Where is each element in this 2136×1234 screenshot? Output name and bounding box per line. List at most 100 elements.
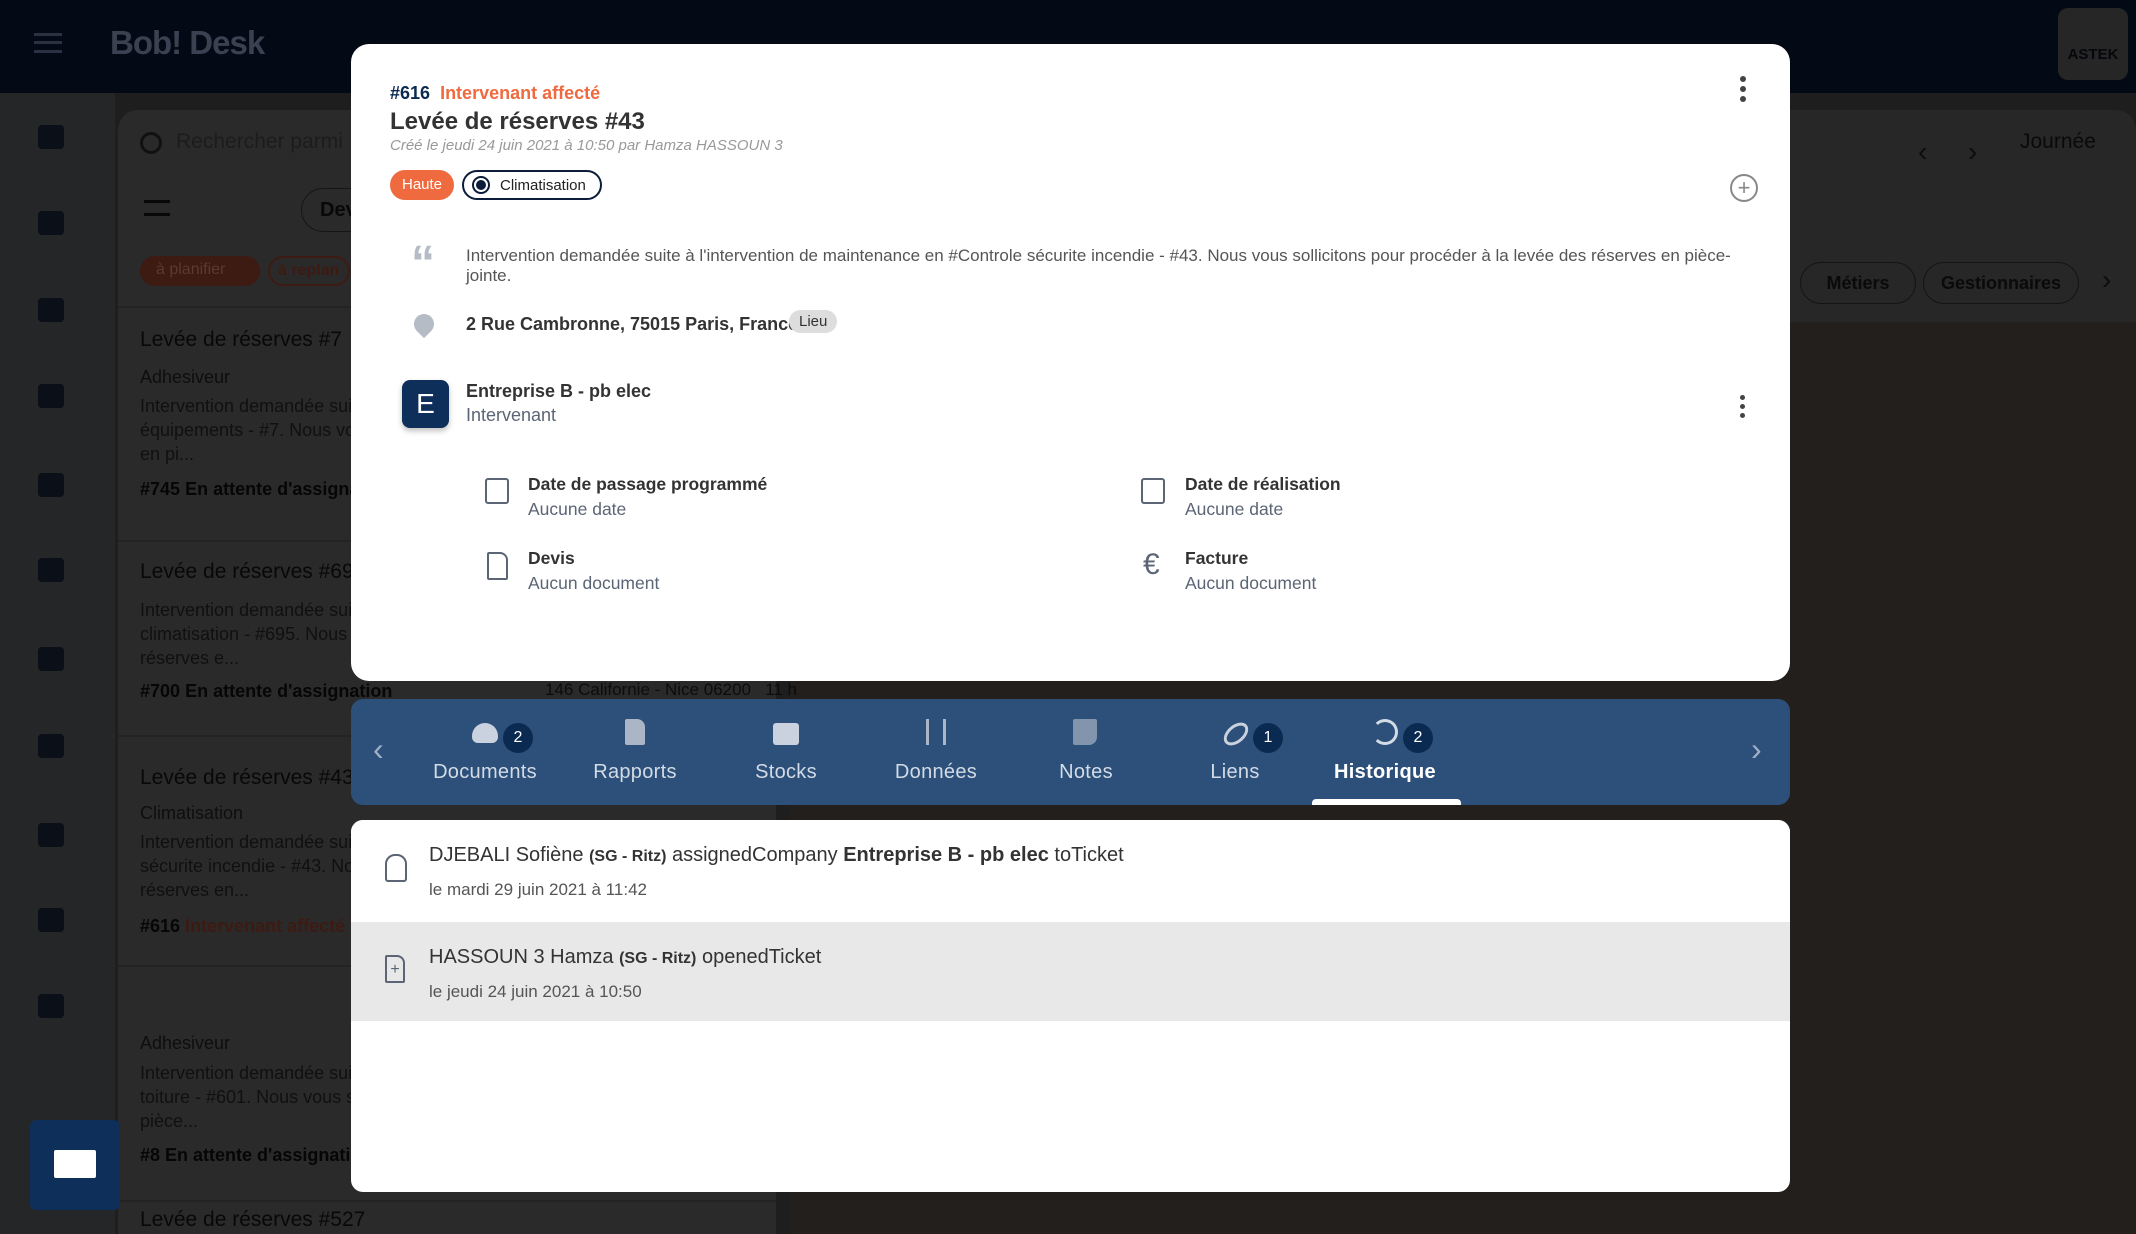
link-icon xyxy=(1219,718,1253,750)
chevron-right-icon[interactable]: › xyxy=(2102,264,2111,296)
tab-donnees[interactable]: Données xyxy=(861,699,1011,805)
add-circle-icon[interactable]: + xyxy=(1730,174,1758,202)
sidebar xyxy=(0,93,116,1234)
chat-icon xyxy=(54,1150,96,1178)
worker-icon[interactable] xyxy=(38,558,64,582)
tabs-next-icon[interactable]: › xyxy=(1751,731,1762,768)
company-role: Intervenant xyxy=(466,405,557,425)
history-date: le jeudi 24 juin 2021 à 10:50 xyxy=(429,982,642,1001)
category-label: Climatisation xyxy=(500,176,586,194)
history-date: le mardi 29 juin 2021 à 11:42 xyxy=(429,880,648,899)
tab-badge: 2 xyxy=(503,723,533,753)
tab-rapports[interactable]: Rapports xyxy=(560,699,710,805)
history-item[interactable]: DJEBALI Sofiène (SG - Ritz) assignedComp… xyxy=(351,820,1790,920)
detail-label: Date de passage programmé xyxy=(528,474,768,494)
support-icon[interactable] xyxy=(38,994,64,1018)
tab-stocks[interactable]: Stocks xyxy=(711,699,861,805)
folder-icon[interactable] xyxy=(38,211,64,235)
calendar-icon xyxy=(485,478,509,504)
cloud-icon xyxy=(472,723,498,743)
more-options-icon[interactable] xyxy=(1740,76,1746,106)
app-logo[interactable]: Bob! Desk xyxy=(110,24,265,62)
history-title: HASSOUN 3 Hamza (SG - Ritz) openedTicket xyxy=(429,946,822,968)
chart-icon[interactable] xyxy=(38,125,64,149)
ticket-address: 2 Rue Cambronne, 75015 Paris, France xyxy=(466,314,799,334)
ticket-title: Levée de réserves #43 xyxy=(390,108,645,135)
search-input[interactable]: Rechercher parmi xyxy=(176,130,343,154)
user-icon[interactable] xyxy=(38,908,64,932)
card-title[interactable]: Levée de réserves #7 xyxy=(140,328,342,352)
cloud-icon[interactable] xyxy=(38,823,64,847)
company-more-icon[interactable] xyxy=(1740,395,1746,422)
radio-icon xyxy=(472,176,490,194)
created-info: Créé le jeudi 24 juin 2021 à 10:50 par H… xyxy=(390,137,783,154)
menu-icon[interactable] xyxy=(34,33,62,53)
box-icon xyxy=(773,723,799,745)
tab-label: Données xyxy=(894,761,978,783)
active-tab-indicator xyxy=(1312,799,1461,805)
company-name[interactable]: Entreprise B - pb elec xyxy=(466,381,651,402)
wrench-icon[interactable] xyxy=(38,647,64,671)
detail-label: Date de réalisation xyxy=(1185,474,1341,494)
tab-notes[interactable]: Notes xyxy=(1011,699,1161,805)
card-sub: Climatisation xyxy=(140,803,244,823)
history-icon xyxy=(1372,719,1398,745)
card-status: #700 En attente d'assignation xyxy=(140,681,393,701)
tab-label: Notes xyxy=(1059,761,1113,783)
address-tag: Lieu xyxy=(789,310,838,333)
card-title[interactable]: Levée de réserves #527 xyxy=(140,1208,365,1232)
tab-bar: ‹ › 2 Documents Rapports Stocks Données N… xyxy=(351,699,1790,805)
calendar-icon[interactable] xyxy=(38,473,64,497)
tab-label: Liens xyxy=(1210,761,1260,783)
card-status: #616 Intervenant affecté xyxy=(140,916,346,936)
card-title[interactable]: Levée de réserves #43 xyxy=(140,766,354,790)
prev-icon[interactable]: ‹ xyxy=(1918,136,1927,168)
ticket-status: Intervenant affecté xyxy=(440,83,601,103)
next-icon[interactable]: › xyxy=(1968,136,1977,168)
card-status: #745 En attente d'assigna xyxy=(140,479,360,499)
chip-gestionnaires[interactable]: Gestionnaires xyxy=(1923,262,2079,304)
tab-documents[interactable]: 2 Documents xyxy=(410,699,560,805)
location-icon xyxy=(409,309,439,339)
worker-icon xyxy=(385,854,407,882)
tab-historique[interactable]: 2 Historique xyxy=(1310,699,1461,805)
detail-label: Devis xyxy=(528,548,575,568)
chip-metiers[interactable]: Métiers xyxy=(1800,262,1916,304)
status-chip[interactable]: à planifier xyxy=(140,256,260,286)
view-mode[interactable]: Journée xyxy=(2020,130,2096,154)
document-search-icon xyxy=(487,552,508,580)
box-icon[interactable] xyxy=(38,734,64,758)
ticket-description: Intervention demandée suite à l'interven… xyxy=(466,246,1731,285)
note-icon xyxy=(1073,719,1097,745)
detail-label: Facture xyxy=(1185,548,1249,568)
calendar-icon xyxy=(1141,478,1165,504)
history-list: DJEBALI Sofiène (SG - Ritz) assignedComp… xyxy=(351,820,1790,1192)
tab-liens[interactable]: 1 Liens xyxy=(1160,699,1310,805)
company-avatar: E xyxy=(402,380,449,428)
card-sub: Adhesiveur xyxy=(140,1033,231,1053)
euro-icon: € xyxy=(1143,548,1160,581)
file-plus-icon: + xyxy=(385,955,405,983)
card-title[interactable]: Levée de réserves #69 xyxy=(140,560,354,584)
report-icon xyxy=(625,719,645,745)
category-chip[interactable]: Climatisation xyxy=(462,170,602,200)
chat-button[interactable] xyxy=(30,1120,120,1210)
ticket-id: #616 xyxy=(390,83,431,103)
ticket-modal: #616 Intervenant affecté Levée de réserv… xyxy=(351,44,1790,681)
tab-label: Rapports xyxy=(593,761,677,783)
priority-badge[interactable]: Haute xyxy=(390,170,455,200)
sliders-icon xyxy=(926,719,946,745)
history-item[interactable]: + HASSOUN 3 Hamza (SG - Ritz) openedTick… xyxy=(351,922,1790,1021)
tabs-prev-icon[interactable]: ‹ xyxy=(373,731,384,768)
card-status: #8 En attente d'assignatio xyxy=(140,1145,362,1165)
status-chip[interactable]: à replan xyxy=(268,256,350,286)
location-icon[interactable] xyxy=(38,384,64,408)
tab-label: Historique xyxy=(1334,761,1436,783)
heartbeat-icon[interactable] xyxy=(38,298,64,322)
bg-address: 146 Californie - Nice 06200 11 h xyxy=(545,680,798,699)
tab-badge: 2 xyxy=(1403,723,1433,753)
detail-value: Aucune date xyxy=(528,499,627,519)
sort-icon[interactable] xyxy=(144,200,170,216)
detail-value: Aucun document xyxy=(528,573,660,593)
detail-value: Aucune date xyxy=(1185,499,1284,519)
